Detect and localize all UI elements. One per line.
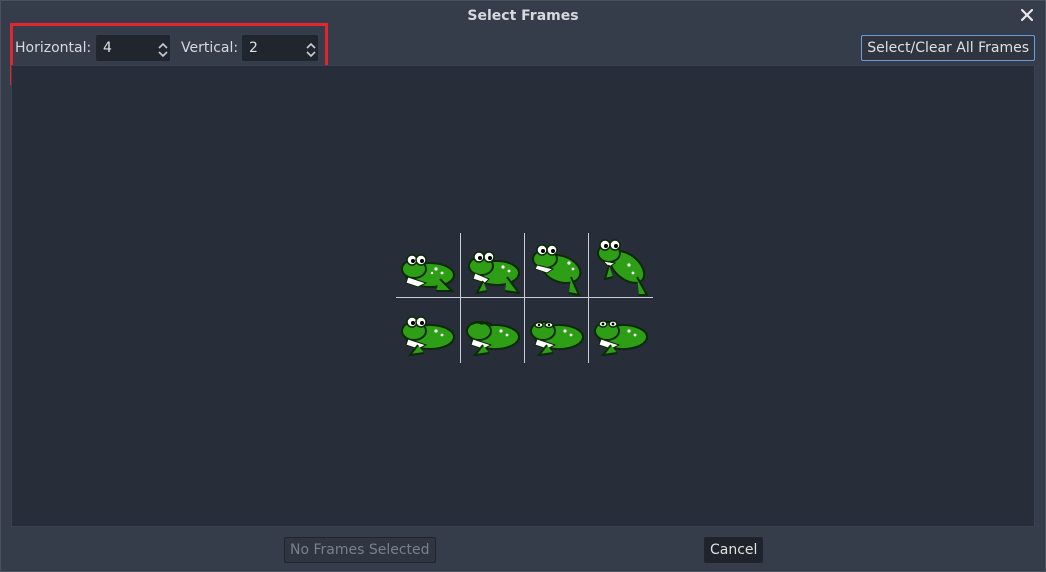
- frame-cell[interactable]: [525, 233, 589, 297]
- frog-sprite-icon: [532, 244, 582, 297]
- frame-cell[interactable]: [589, 299, 653, 363]
- cancel-button[interactable]: Cancel: [704, 537, 764, 563]
- select-clear-all-frames-button[interactable]: Select/Clear All Frames: [861, 35, 1035, 61]
- select-frames-dialog: Select Frames Horizontal: Vertical: Sele…: [0, 0, 1046, 572]
- toolbar: Horizontal: Vertical: Select/Clear All F…: [1, 31, 1045, 65]
- updown-arrows-icon[interactable]: [157, 42, 169, 58]
- close-button[interactable]: [1017, 5, 1037, 25]
- vertical-label: Vertical:: [181, 40, 239, 56]
- frame-cell[interactable]: [396, 233, 460, 297]
- frog-sprite-icon: [401, 254, 455, 292]
- frog-sprite-icon: [401, 316, 455, 357]
- frame-grid: [396, 233, 653, 363]
- frog-sprite-icon: [597, 239, 649, 296]
- horizontal-input[interactable]: [97, 36, 155, 60]
- frog-sprite-icon: [466, 321, 520, 357]
- frog-sprite-icon: [594, 320, 648, 357]
- frog-sprite-icon: [530, 321, 584, 357]
- dialog-title: Select Frames: [467, 8, 579, 24]
- horizontal-label: Horizontal:: [15, 40, 92, 56]
- frog-sprite-icon: [468, 251, 522, 295]
- close-icon: [1021, 9, 1033, 21]
- frame-cell[interactable]: [396, 299, 460, 363]
- updown-arrows-icon[interactable]: [305, 42, 317, 58]
- frame-cell[interactable]: [461, 299, 525, 363]
- frame-cell[interactable]: [525, 299, 589, 363]
- vertical-spinbox[interactable]: [242, 35, 318, 61]
- frame-cell[interactable]: [461, 233, 525, 297]
- frame-cell[interactable]: [589, 233, 653, 297]
- frames-preview-area: [11, 65, 1035, 527]
- horizontal-spinbox[interactable]: [96, 35, 170, 61]
- no-frames-selected-button[interactable]: No Frames Selected: [284, 537, 436, 563]
- vertical-input[interactable]: [243, 36, 301, 60]
